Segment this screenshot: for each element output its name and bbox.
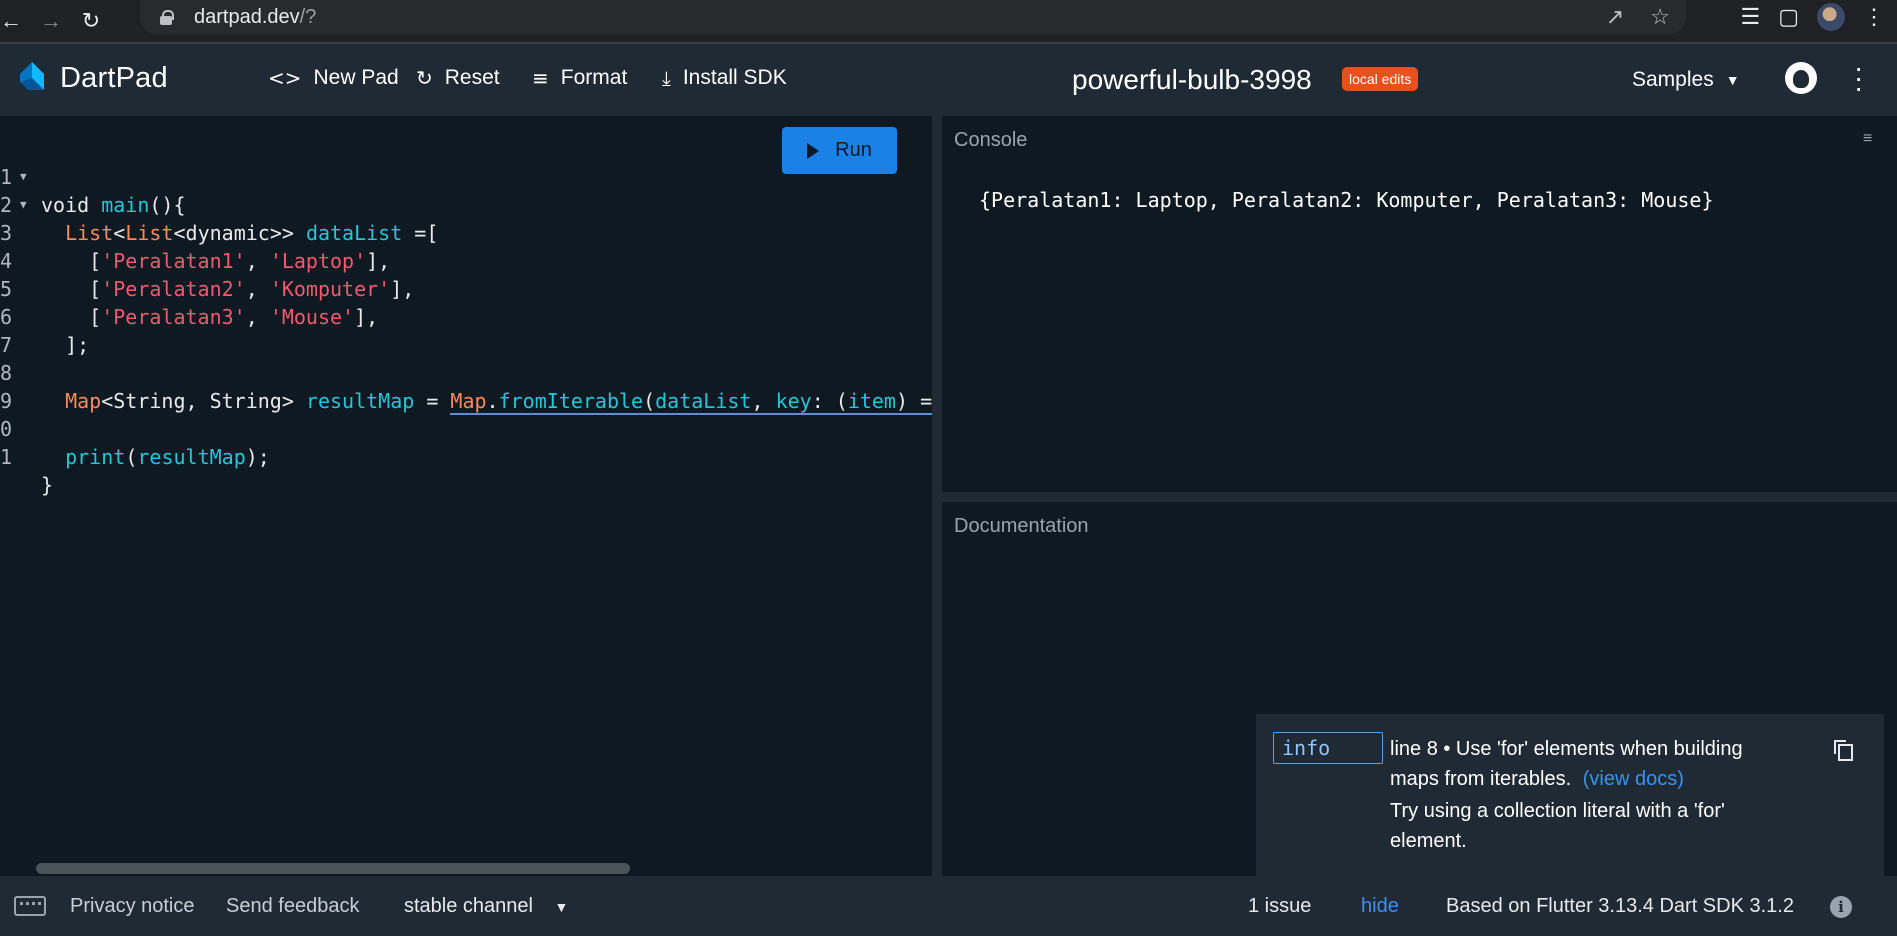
console-panel: Console ≡ {Peralatan1: Laptop, Peralatan… [942,116,1897,492]
forward-arrow-icon[interactable]: → [36,1,66,41]
code-line: 5 ['Peralatan3', 'Mouse'], [0,277,379,329]
issue-count[interactable]: 1 issue [1248,895,1311,918]
local-edits-badge: local edits [1342,67,1419,91]
dartpad-logo[interactable]: DartPad [14,60,168,96]
media-queue-icon[interactable]: ☰ [1740,4,1760,30]
app-name: DartPad [60,61,168,94]
pad-title[interactable]: powerful-bulb-3998 [1072,64,1312,96]
issue-message: line 8 • Use 'for' elements when buildin… [1390,734,1790,794]
install-sdk-button[interactable]: ⤓ Install SDK [662,66,787,90]
issue-fix-text: Try using a collection literal with a 'f… [1390,800,1725,852]
console-label: Console [954,129,1028,151]
hide-issues-link[interactable]: hide [1361,895,1399,918]
reset-label: Reset [444,66,500,89]
vertical-splitter[interactable] [932,116,942,876]
privacy-notice-link[interactable]: Privacy notice [70,895,195,918]
format-align-icon: ≡ [532,66,549,90]
code-line: 0 print(resultMap); [0,417,270,469]
code-line: 4 ['Peralatan2', 'Komputer'], [0,249,415,301]
keyboard-icon[interactable] [14,896,46,916]
reset-button[interactable]: ↻ Reset [416,66,500,90]
install-sdk-label: Install SDK [682,66,787,89]
new-pad-button[interactable]: <> New Pad [268,66,399,90]
url-text: dartpad.dev/? [194,5,317,28]
status-bar: Privacy notice Send feedback stable chan… [0,876,1897,936]
send-feedback-link[interactable]: Send feedback [226,895,359,918]
code-line: 3 ['Peralatan1', 'Laptop'], [0,221,391,273]
horizontal-scrollbar[interactable] [36,863,630,874]
chevron-down-icon: ▼ [1725,72,1740,88]
dart-logo-icon [20,62,44,90]
issue-message-text: line 8 • Use 'for' elements when buildin… [1390,738,1743,790]
format-label: Format [560,66,628,89]
code-line: 6 ]; [0,305,90,357]
format-button[interactable]: ≡ Format [532,66,627,90]
code-brackets-icon: <> [268,66,302,90]
download-icon: ⤓ [662,66,671,90]
code-line: 9 [0,389,13,413]
play-icon [807,142,820,159]
new-pad-label: New Pad [313,66,399,89]
code-line: 2 ▼ List<List<dynamic>> dataList =[ [0,193,439,245]
copy-icon[interactable] [1834,740,1853,761]
code-line: 8 Map<String, String> resultMap = Map.fr… [0,331,932,415]
github-icon[interactable] [1785,62,1817,94]
channel-dropdown[interactable]: stable channel ▼ [404,895,568,918]
lock-icon [160,10,174,25]
code-line: 7 [0,333,13,357]
browser-menu-icon[interactable]: ⋮ [1863,4,1885,30]
clear-console-icon[interactable]: ≡ [1863,130,1881,147]
samples-label: Samples [1632,68,1714,91]
code-line: 1 ▼ void main(){ [0,165,186,217]
side-panel-icon[interactable]: ▢ [1778,4,1799,30]
browser-toolbar: ← → ↻ dartpad.dev/? ↗ ☆ ☰ ▢ ⋮ [0,0,1897,42]
code-line: 1 } [0,445,54,497]
chevron-down-icon: ▼ [554,899,569,915]
bookmark-star-icon[interactable]: ☆ [1650,4,1670,30]
run-button[interactable]: Run [782,127,897,174]
view-docs-link[interactable]: (view docs) [1583,768,1684,790]
share-icon[interactable]: ↗ [1606,4,1624,30]
horizontal-splitter[interactable] [942,492,1897,502]
address-bar[interactable]: dartpad.dev/? ↗ ☆ [140,0,1686,34]
app-bar: DartPad <> New Pad ↻ Reset ≡ Format ⤓ In… [0,44,1897,116]
back-arrow-icon[interactable]: ← [0,1,22,41]
documentation-label: Documentation [954,515,1089,537]
console-output: {Peralatan1: Laptop, Peralatan2: Kompute… [979,188,1714,212]
issue-popup: info line 8 • Use 'for' elements when bu… [1256,714,1884,876]
run-label: Run [835,139,872,161]
code-editor[interactable]: 1 ▼ void main(){ 2 ▼ List<List<dynamic>> d… [0,116,932,876]
version-info: Based on Flutter 3.13.4 Dart SDK 3.1.2 [1446,895,1794,917]
more-vert-icon[interactable]: · · · [1854,54,1863,102]
profile-avatar[interactable] [1817,3,1845,31]
reload-icon[interactable]: ↻ [76,1,106,41]
refresh-icon: ↻ [416,66,433,90]
channel-label: stable channel [404,895,533,917]
issue-kind-badge: info [1273,732,1383,764]
samples-dropdown[interactable]: Samples ▼ [1632,68,1740,92]
info-icon[interactable]: i [1830,896,1852,918]
